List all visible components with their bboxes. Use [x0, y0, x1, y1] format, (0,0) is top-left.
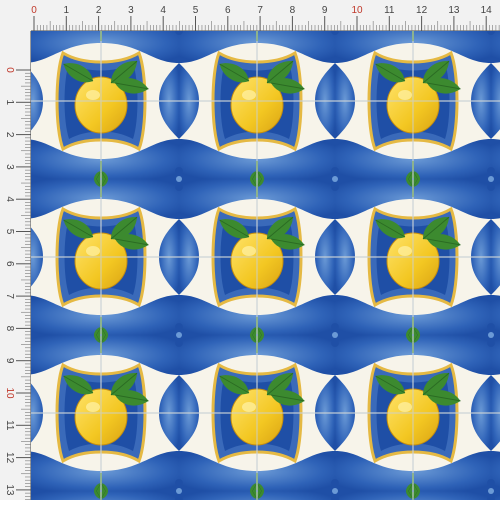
ruler-left-label: 10: [4, 387, 15, 399]
ruler-top-svg: 0 1 2 3 4 5 6 7 8 9 10 11 12 13 14: [0, 5, 500, 31]
ruler-left-label: 7: [4, 293, 15, 299]
ruler-top: 0 1 2 3 4 5 6 7 8 9 10 11 12 13 14: [0, 0, 500, 31]
fabric-preview: 0 1 2 3 4 5 6 7 8 9 10 11 12 13 14 0 1 2 3 4 5 6 7 8 9 10 11 12 13: [0, 0, 500, 500]
ruler-top-label: 11: [384, 5, 395, 16]
ruler-left: 0 1 2 3 4 5 6 7 8 9 10 11 12 13: [0, 0, 31, 500]
ruler-left-label: 4: [4, 196, 15, 202]
ruler-top-label: 1: [64, 5, 70, 16]
ruler-top-label: 9: [322, 5, 328, 16]
ruler-left-label: 8: [4, 326, 15, 332]
ruler-top-label: 0: [31, 5, 37, 16]
ruler-left-svg: 012345678910111213: [4, 0, 31, 500]
ruler-top-label: 5: [193, 5, 199, 16]
ruler-corner: [0, 0, 31, 31]
ruler-top-label: 6: [225, 5, 231, 16]
ruler-left-label: 1: [4, 100, 15, 106]
ruler-top-label: 12: [416, 5, 428, 16]
lemon-tile-pattern: [31, 31, 500, 500]
ruler-top-label: 2: [96, 5, 102, 16]
tile-pattern-canvas: [31, 31, 500, 500]
ruler-top-label: 14: [481, 5, 493, 16]
ruler-top-label: 10: [351, 5, 363, 16]
ruler-left-label: 6: [4, 261, 15, 267]
ruler-left-label: 9: [4, 358, 15, 364]
ruler-left-label: 2: [4, 132, 15, 138]
ruler-top-label: 7: [257, 5, 263, 16]
ruler-left-label: 5: [4, 229, 15, 235]
ruler-left-label: 11: [4, 420, 15, 431]
ruler-top-label: 4: [160, 5, 166, 16]
ruler-top-label: 3: [128, 5, 134, 16]
ruler-left-label: 3: [4, 164, 15, 170]
ruler-top-label: 8: [290, 5, 296, 16]
ruler-left-label: 12: [4, 452, 15, 464]
ruler-left-label: 0: [4, 67, 15, 73]
ruler-left-label: 13: [4, 484, 15, 496]
ruler-top-label: 13: [448, 5, 460, 16]
